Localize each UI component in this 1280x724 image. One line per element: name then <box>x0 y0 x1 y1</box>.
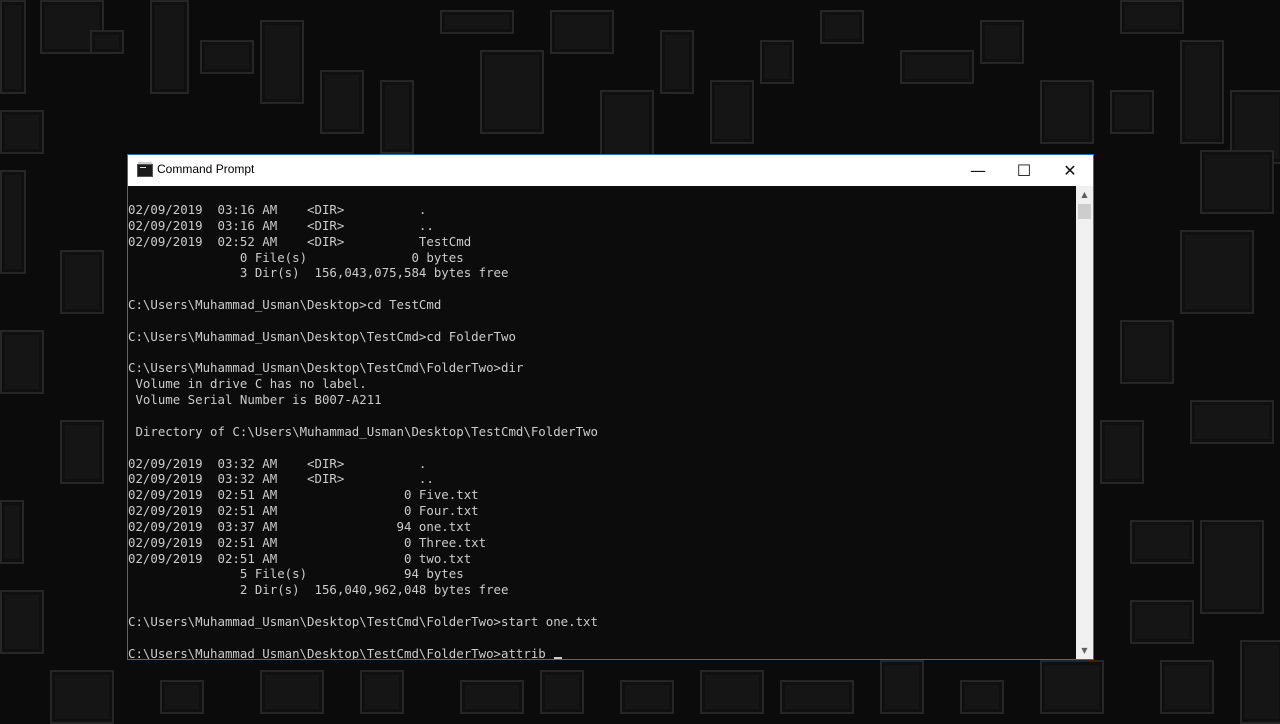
background-tile <box>710 80 754 144</box>
console-line: C:\Users\Muhammad_Usman\Desktop>cd TestC… <box>128 297 442 313</box>
scroll-down-icon[interactable]: ▼ <box>1076 642 1093 659</box>
console-line: C:\Users\Muhammad_Usman\Desktop\TestCmd\… <box>128 360 524 376</box>
console-line: C:\Users\Muhammad_Usman\Desktop\TestCmd>… <box>128 328 516 344</box>
background-tile <box>160 680 204 714</box>
background-tile <box>260 20 304 104</box>
background-tile <box>0 330 44 394</box>
background-tile <box>760 40 794 84</box>
console-line: 02/09/2019 02:51 AM 0 Three.txt <box>128 534 487 550</box>
background-tile <box>0 590 44 654</box>
console-line: 02/09/2019 02:51 AM 0 two.txt <box>128 550 472 566</box>
console-area[interactable]: 02/09/2019 03:16 AM <DIR> . 02/09/2019 03… <box>128 186 1076 659</box>
background-tile <box>980 20 1024 64</box>
background-tile <box>1180 230 1254 314</box>
console-line: 02/09/2019 03:16 AM <DIR> .. <box>128 217 434 233</box>
command-prompt-line[interactable]: C:\Users\Muhammad_Usman\Desktop\TestCmd\… <box>128 646 1076 659</box>
background-tile <box>1160 660 1214 714</box>
background-tile <box>1040 660 1104 714</box>
background-tile <box>1200 520 1264 614</box>
background-tile <box>0 110 44 154</box>
console-line: 02/09/2019 02:51 AM 0 Four.txt <box>128 503 479 519</box>
maximize-button[interactable]: ☐ <box>1001 155 1047 186</box>
background-tile <box>820 10 864 44</box>
background-tile <box>60 420 104 484</box>
background-tile <box>1130 600 1194 644</box>
background-tile <box>0 500 24 564</box>
background-tile <box>700 670 764 714</box>
background-tile <box>60 250 104 314</box>
background-tile <box>150 0 189 94</box>
background-tile <box>900 50 974 84</box>
background-tile <box>1110 90 1154 134</box>
scroll-up-icon[interactable]: ▲ <box>1076 186 1093 203</box>
vertical-scrollbar[interactable]: ▲ ▼ <box>1076 186 1093 659</box>
background-tile <box>540 670 584 714</box>
background-tile <box>780 680 854 714</box>
text-cursor <box>553 656 562 659</box>
background-tile <box>0 0 26 94</box>
background-tile <box>1040 80 1094 144</box>
background-tile <box>550 10 614 54</box>
cmd-icon <box>137 162 153 177</box>
background-tile <box>1240 640 1280 724</box>
background-tile <box>620 680 674 714</box>
console-line: 5 File(s) 94 bytes <box>128 566 464 582</box>
console-line: 02/09/2019 02:52 AM <DIR> TestCmd <box>128 233 472 249</box>
console-line: 02/09/2019 02:51 AM 0 Five.txt <box>128 487 479 503</box>
background-tile <box>1180 40 1224 144</box>
background-tile <box>600 90 654 164</box>
background-tile <box>200 40 254 74</box>
close-button[interactable]: ✕ <box>1047 155 1093 186</box>
window-title: Command Prompt <box>157 162 255 176</box>
background-tile <box>480 50 544 134</box>
console-output: 02/09/2019 03:16 AM <DIR> . 02/09/2019 03… <box>128 186 1076 659</box>
background-tile <box>880 660 924 714</box>
console-line: 02/09/2019 03:37 AM 94 one.txt <box>128 518 472 534</box>
background-tile <box>320 70 364 134</box>
console-line: 02/09/2019 03:16 AM <DIR> . <box>128 202 427 217</box>
console-line: 3 Dir(s) 156,043,075,584 bytes free <box>128 265 509 281</box>
title-bar[interactable]: Command Prompt — ☐ ✕ <box>128 155 1093 186</box>
background-tile <box>260 670 324 714</box>
background-tile <box>1200 150 1274 214</box>
prompt-text: C:\Users\Muhammad_Usman\Desktop\TestCmd\… <box>128 645 546 659</box>
console-line: C:\Users\Muhammad_Usman\Desktop\TestCmd\… <box>128 613 598 629</box>
background-tile <box>460 680 524 714</box>
background-tile <box>50 670 114 724</box>
background-tile <box>90 30 124 54</box>
background-tile <box>1190 400 1274 444</box>
background-tile <box>380 80 414 154</box>
background-tile <box>1100 420 1144 484</box>
console-line: Directory of C:\Users\Muhammad_Usman\Des… <box>128 423 598 439</box>
scroll-thumb[interactable] <box>1078 204 1091 219</box>
background-tile <box>1120 0 1184 34</box>
background-tile <box>360 670 404 714</box>
console-line: 02/09/2019 03:32 AM <DIR> . <box>128 455 427 471</box>
background-tile <box>960 680 1004 714</box>
minimize-button[interactable]: — <box>955 155 1001 186</box>
background-tile <box>1130 520 1194 564</box>
background-tile <box>1120 320 1174 384</box>
background-tile <box>0 170 26 274</box>
background-tile <box>660 30 694 94</box>
console-line: 2 Dir(s) 156,040,962,048 bytes free <box>128 582 509 598</box>
console-line: Volume Serial Number is B007-A211 <box>128 392 382 408</box>
console-line: 0 File(s) 0 bytes <box>128 249 464 265</box>
background-tile <box>440 10 514 34</box>
command-prompt-window[interactable]: Command Prompt — ☐ ✕ 02/09/2019 03:16 AM… <box>127 154 1094 660</box>
console-line: 02/09/2019 03:32 AM <DIR> .. <box>128 471 434 487</box>
console-line: Volume in drive C has no label. <box>128 376 367 392</box>
